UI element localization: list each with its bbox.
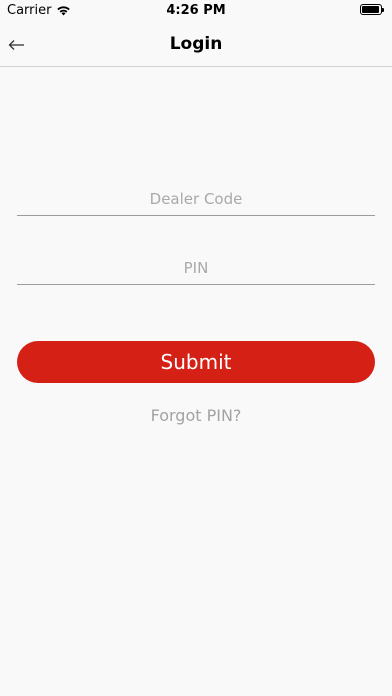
pin-field[interactable] — [17, 251, 375, 285]
battery-icon — [360, 4, 384, 15]
navigation-bar: Login — [0, 22, 392, 67]
dealer-code-input[interactable] — [17, 182, 375, 215]
dealer-code-field[interactable] — [17, 182, 375, 216]
page-title: Login — [169, 34, 223, 54]
status-bar: Carrier 4:26 PM — [0, 0, 392, 22]
submit-button[interactable]: Submit — [17, 341, 375, 383]
status-time: 4:26 PM — [166, 3, 226, 18]
forgot-pin-link[interactable]: Forgot PIN? — [0, 406, 392, 425]
pin-input[interactable] — [17, 251, 375, 284]
